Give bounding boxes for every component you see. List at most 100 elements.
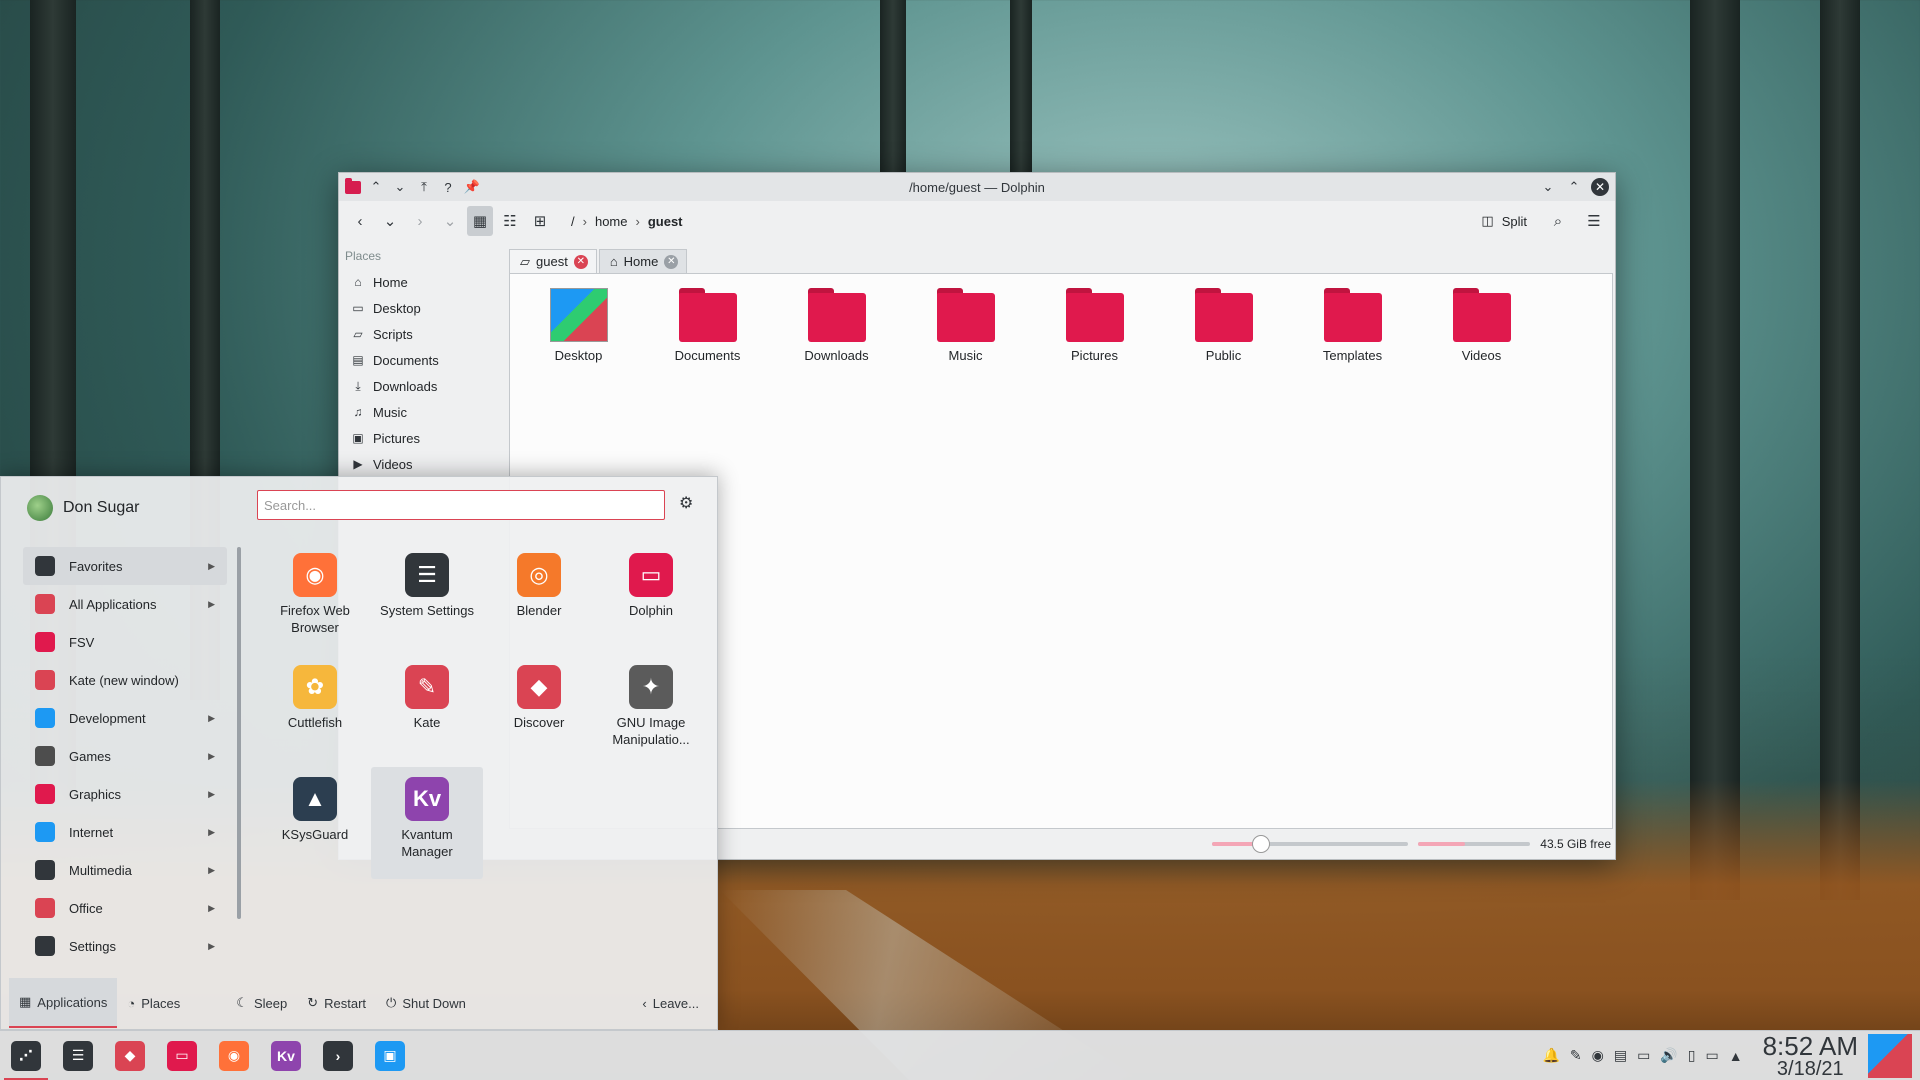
file-item-downloads[interactable]: Downloads (772, 288, 901, 363)
search-input[interactable] (257, 490, 665, 520)
application-launcher[interactable]: Don Sugar ⚙ Favorites▶All Applications▶F… (0, 476, 718, 1030)
category-kate-new-window[interactable]: Kate (new window) (23, 661, 227, 699)
tray-expand-icon[interactable]: ▲ (1729, 1048, 1743, 1064)
display-icon[interactable]: ▭ (1706, 1047, 1719, 1064)
category-office[interactable]: Office ▶ (23, 889, 227, 927)
pin-icon[interactable]: 📌 (463, 178, 481, 196)
file-item-public[interactable]: Public (1159, 288, 1288, 363)
taskbar-kvantum-button[interactable]: Kv (260, 1031, 312, 1080)
titlebar[interactable]: ⌃ ⌄ ⤒ ? 📌 /home/guest — Dolphin ⌄ ⌃ ✕ (339, 173, 1615, 201)
taskbar-firefox-button[interactable]: ◉ (208, 1031, 260, 1080)
applications-tab[interactable]: ▦ Applications (9, 978, 118, 1028)
app-gnu-image-manipulatio[interactable]: ✦ GNU Image Manipulatio... (595, 655, 707, 767)
hamburger-menu-icon[interactable]: ☰ (1581, 206, 1607, 236)
split-button[interactable]: ◫ Split (1473, 206, 1535, 236)
file-item-templates[interactable]: Templates (1288, 288, 1417, 363)
show-desktop-button[interactable] (1868, 1033, 1912, 1078)
place-scripts[interactable]: ▱ Scripts (339, 321, 509, 347)
category-favorites[interactable]: Favorites ▶ (23, 547, 227, 585)
close-window-icon[interactable]: ✕ (1591, 178, 1609, 196)
details-view-icon[interactable]: ⊞ (527, 206, 553, 236)
breadcrumb-root[interactable]: / (571, 214, 575, 229)
icons-view-icon[interactable]: ▦ (467, 206, 493, 236)
app-blender[interactable]: ◎ Blender (483, 543, 595, 655)
place-music[interactable]: ♫ Music (339, 399, 509, 425)
zoom-slider-handle[interactable] (1252, 835, 1271, 853)
taskbar-konsole-button[interactable]: › (312, 1031, 364, 1080)
zoom-slider[interactable] (1212, 835, 1409, 853)
places-tab[interactable]: ◔ Places (117, 978, 190, 1028)
category-scrollbar[interactable] (237, 547, 241, 919)
category-development[interactable]: Development ▶ (23, 699, 227, 737)
breadcrumb-guest[interactable]: guest (648, 214, 683, 229)
taskbar-dolphin-button[interactable]: ▭ (156, 1031, 208, 1080)
category-settings[interactable]: Settings ▶ (23, 927, 227, 965)
category-fsv[interactable]: FSV (23, 623, 227, 661)
forward-history-icon[interactable]: ⌄ (437, 206, 463, 236)
back-history-icon[interactable]: ⌄ (377, 206, 403, 236)
user-info[interactable]: Don Sugar (27, 495, 140, 521)
close-tab-icon[interactable]: ✕ (664, 254, 679, 269)
leave-button[interactable]: ‹ Leave... (632, 978, 709, 1028)
search-icon[interactable]: ⌕ (1545, 206, 1571, 236)
avatar[interactable] (27, 495, 53, 521)
taskbar-screenshot-button[interactable]: ▣ (364, 1031, 416, 1080)
maximize-icon[interactable]: ⌃ (1565, 178, 1583, 196)
restart-button[interactable]: ↻ Restart (297, 978, 376, 1028)
cuttlefish-icon: ✿ (293, 665, 337, 709)
app-discover[interactable]: ◆ Discover (483, 655, 595, 767)
place-desktop[interactable]: ▭ Desktop (339, 295, 509, 321)
app-kvantum-manager[interactable]: Kv Kvantum Manager (371, 767, 483, 879)
place-downloads[interactable]: ⤓ Downloads (339, 373, 509, 399)
place-documents[interactable]: ▤ Documents (339, 347, 509, 373)
file-item-documents[interactable]: Documents (643, 288, 772, 363)
folder-icon: ▱ (520, 253, 530, 269)
taskbar-system-settings-button[interactable]: ☰ (52, 1031, 104, 1080)
battery-icon[interactable]: ▯ (1688, 1047, 1696, 1064)
minimize-icon[interactable]: ⌄ (1539, 178, 1557, 196)
file-item-desktop[interactable]: Desktop (514, 288, 643, 363)
devices-icon[interactable]: ▭ (1637, 1047, 1650, 1064)
forward-icon[interactable]: › (407, 206, 433, 236)
back-icon[interactable]: ‹ (347, 206, 373, 236)
app-dolphin[interactable]: ▭ Dolphin (595, 543, 707, 655)
shutdown-button[interactable]: ⏻ Shut Down (376, 978, 476, 1028)
place-home[interactable]: ⌂ Home (339, 269, 509, 295)
category-all-applications[interactable]: All Applications ▶ (23, 585, 227, 623)
taskbar-discover-button[interactable]: ◆ (104, 1031, 156, 1080)
app-ksysguard[interactable]: ▲ KSysGuard (259, 767, 371, 879)
place-videos[interactable]: ▶ Videos (339, 451, 509, 477)
shade-icon[interactable]: ⤒ (415, 178, 433, 196)
category-internet[interactable]: Internet ▶ (23, 813, 227, 851)
vault-icon[interactable]: ✎ (1570, 1047, 1582, 1064)
category-multimedia[interactable]: Multimedia ▶ (23, 851, 227, 889)
clipboard-icon[interactable]: ▤ (1614, 1047, 1627, 1064)
app-system-settings[interactable]: ☰ System Settings (371, 543, 483, 655)
close-tab-icon[interactable]: ✕ (573, 254, 588, 269)
tab-home[interactable]: ⌂ Home ✕ (598, 249, 688, 273)
configure-icon[interactable]: ⚙ (679, 493, 693, 513)
dolphin-app-icon[interactable] (345, 177, 361, 194)
keep-below-icon[interactable]: ⌄ (391, 178, 409, 196)
tab-guest[interactable]: ▱ guest ✕ (509, 249, 597, 273)
app-firefox-web-browser[interactable]: ◉ Firefox Web Browser (259, 543, 371, 655)
file-item-pictures[interactable]: Pictures (1030, 288, 1159, 363)
breadcrumb-home[interactable]: home (595, 214, 628, 229)
digital-clock[interactable]: 8:52 AM 3/18/21 (1763, 1033, 1858, 1079)
file-item-videos[interactable]: Videos (1417, 288, 1546, 363)
notifications-icon[interactable]: 🔔 (1542, 1047, 1559, 1064)
app-kate[interactable]: ✎ Kate (371, 655, 483, 767)
keep-above-icon[interactable]: ⌃ (367, 178, 385, 196)
compact-view-icon[interactable]: ☷ (497, 206, 523, 236)
category-games[interactable]: Games ▶ (23, 737, 227, 775)
app-cuttlefish[interactable]: ✿ Cuttlefish (259, 655, 371, 767)
sleep-button[interactable]: ☾ Sleep (226, 978, 297, 1028)
place-pictures[interactable]: ▣ Pictures (339, 425, 509, 451)
app-grid: ◉ Firefox Web Browser ☰ System Settings ◎ Ble… (259, 543, 707, 879)
update-icon[interactable]: ◉ (1592, 1047, 1604, 1064)
help-icon[interactable]: ? (439, 178, 457, 196)
volume-icon[interactable]: 🔊 (1660, 1047, 1677, 1064)
file-item-music[interactable]: Music (901, 288, 1030, 363)
category-graphics[interactable]: Graphics ▶ (23, 775, 227, 813)
taskbar-launcher-button[interactable]: ⋰ (0, 1031, 52, 1080)
